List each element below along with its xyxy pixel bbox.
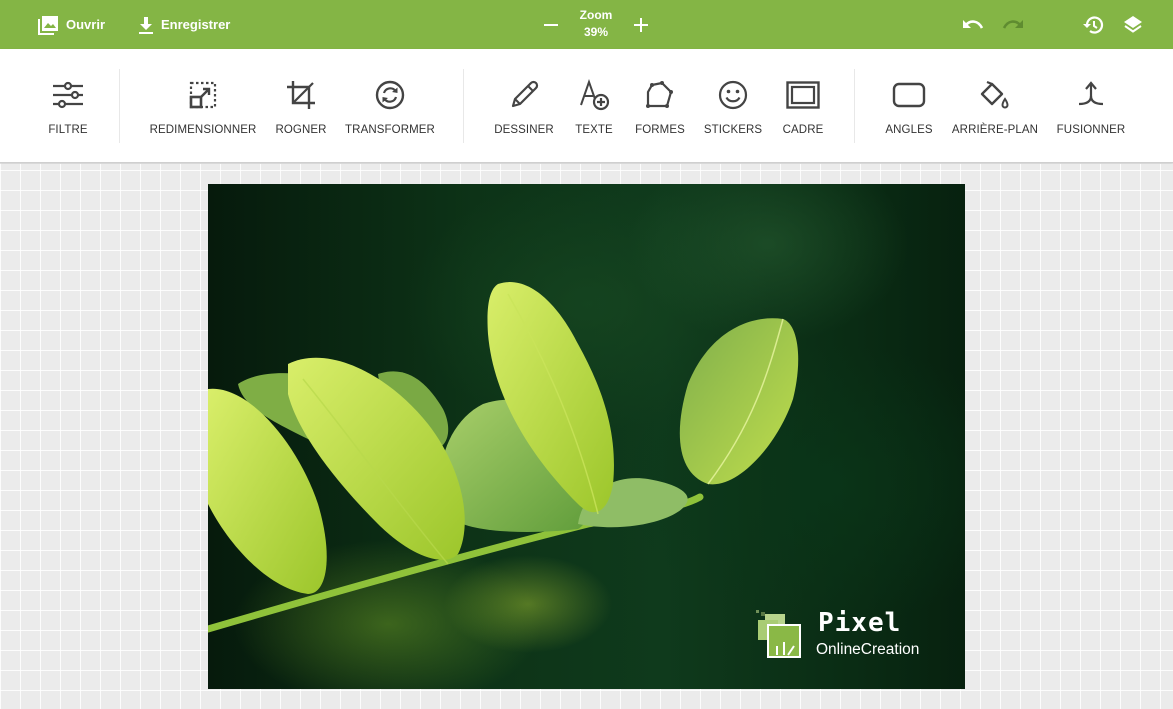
tool-label: FILTRE — [48, 124, 88, 136]
tool-label: STICKERS — [703, 124, 763, 136]
tool-label: ANGLES — [885, 124, 933, 136]
tool-arriere-plan[interactable]: ARRIÈRE-PLAN — [950, 49, 1040, 163]
zoom-out-button[interactable] — [539, 13, 563, 37]
tool-label: FUSIONNER — [1056, 124, 1126, 136]
rounded-rect-icon — [892, 82, 926, 108]
layers-button[interactable] — [1121, 13, 1145, 37]
tool-texte[interactable]: TEXTE — [569, 49, 619, 163]
sliders-icon — [53, 81, 83, 109]
toolbar-divider — [463, 69, 464, 143]
paint-bucket-icon — [980, 80, 1009, 109]
tool-formes[interactable]: FORMES — [630, 49, 690, 163]
zoom-title: Zoom — [579, 8, 613, 22]
tool-angles[interactable]: ANGLES — [880, 49, 938, 163]
tool-rogner[interactable]: ROGNER — [270, 49, 332, 163]
zoom-indicator: Zoom 39% — [566, 7, 626, 41]
pencil-icon — [511, 80, 539, 108]
tool-label: ROGNER — [275, 124, 327, 136]
undo-button[interactable] — [961, 13, 985, 37]
tool-transformer[interactable]: TRANSFORMER — [345, 49, 435, 163]
undo-icon — [963, 20, 984, 29]
plus-icon — [634, 18, 648, 32]
polygon-icon — [646, 81, 673, 108]
open-label: Ouvrir — [66, 17, 106, 32]
frame-icon — [786, 81, 820, 109]
tool-label: REDIMENSIONNER — [149, 124, 257, 136]
text-add-icon — [580, 79, 610, 111]
tool-cadre[interactable]: CADRE — [778, 49, 828, 163]
tool-fusionner[interactable]: FUSIONNER — [1055, 49, 1127, 163]
edited-image[interactable]: Pixel OnlineCreation — [208, 184, 965, 689]
tool-label: TEXTE — [575, 124, 613, 136]
watermark-title: Pixel — [818, 608, 902, 638]
tool-label: ARRIÈRE-PLAN — [951, 124, 1039, 136]
zoom-in-button[interactable] — [629, 13, 653, 37]
download-icon — [139, 16, 153, 34]
smiley-icon — [718, 80, 748, 110]
rotate-icon — [375, 80, 405, 110]
pixel-logo-icon — [756, 610, 801, 658]
tool-dessiner[interactable]: DESSINER — [494, 49, 554, 163]
crop-icon — [287, 81, 315, 109]
history-button[interactable] — [1081, 13, 1105, 37]
watermark-logo: Pixel OnlineCreation — [753, 608, 943, 664]
save-button[interactable]: Enregistrer — [138, 0, 230, 49]
watermark-subtitle: OnlineCreation — [816, 641, 920, 658]
save-label: Enregistrer — [161, 17, 231, 32]
layers-icon — [1124, 16, 1142, 33]
open-button[interactable]: Ouvrir — [38, 0, 105, 49]
redo-button[interactable] — [1001, 13, 1025, 37]
history-icon — [1083, 16, 1104, 34]
redo-icon — [1002, 20, 1023, 29]
tool-label: FORMES — [635, 124, 685, 136]
top-bar: Ouvrir Enregistrer Zoom 39% — [0, 0, 1173, 49]
image-gallery-icon — [38, 15, 58, 35]
tool-filtre[interactable]: FILTRE — [38, 49, 98, 163]
tool-redimensionner[interactable]: REDIMENSIONNER — [150, 49, 256, 163]
toolbar-divider — [119, 69, 120, 143]
zoom-value: 39% — [583, 25, 609, 39]
tool-label: TRANSFORMER — [345, 124, 435, 136]
toolbar-divider — [854, 69, 855, 143]
tool-label: DESSINER — [494, 124, 554, 136]
resize-icon — [189, 81, 217, 109]
merge-icon — [1078, 81, 1104, 106]
tool-stickers[interactable]: STICKERS — [703, 49, 763, 163]
tools-toolbar: FILTRE REDIMENSIONNER ROGNER TRANSFORMER… — [0, 49, 1173, 163]
tool-label: CADRE — [782, 124, 824, 136]
minus-icon — [544, 24, 558, 26]
